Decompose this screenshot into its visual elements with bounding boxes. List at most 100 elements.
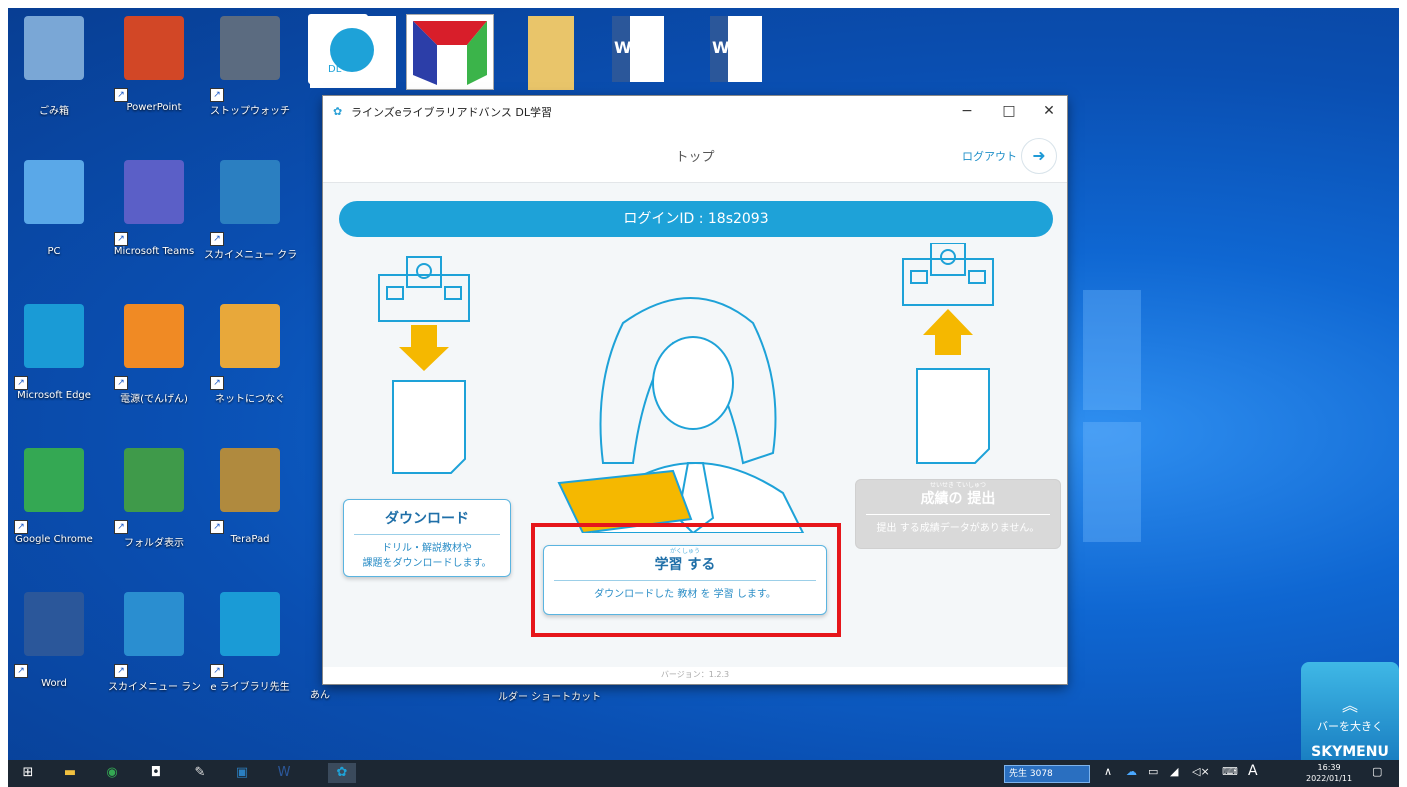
desktop-icon[interactable]: ↗ ストップウォッチ [204, 10, 296, 120]
maximize-button[interactable]: □ [991, 100, 1027, 122]
windows-logo-panel [1083, 290, 1141, 410]
desktop-icon[interactable]: ↗ 電源(でんげん) [108, 298, 200, 408]
skymenu-class-icon[interactable]: ▣ [228, 763, 256, 783]
battery-icon[interactable]: ▭ [1148, 765, 1158, 778]
skymenu-brand: SKYMENU [1311, 744, 1389, 760]
partial-label: あん [310, 690, 330, 701]
desktop-icon-label: ネットにつなぐ [215, 394, 285, 405]
keyboard-icon[interactable]: ⌨ [1222, 765, 1238, 778]
desktop-icon[interactable]: ↗ PowerPoint [108, 10, 200, 120]
word-icon[interactable]: W [270, 763, 298, 783]
skymenu-launcher-icon [124, 592, 184, 656]
onedrive-icon[interactable]: ☁ [1126, 765, 1137, 778]
desktop-icon-label: スカイメニュー クラス [204, 250, 296, 261]
start-icon[interactable]: ⊞ [14, 763, 42, 783]
desktop-icon[interactable]: ↗ Microsoft Teams [108, 154, 200, 264]
desktop-icon[interactable]: ↗ ネットにつなぐ [204, 298, 296, 408]
desktop-icon-label: TeraPad [230, 534, 270, 545]
desktop-icon[interactable]: ↗ スカイメニュー ランチャー [108, 586, 200, 696]
word-doc-icon[interactable]: W [710, 16, 762, 82]
stopwatch-icon [220, 16, 280, 80]
desktop-icon-label: スカイメニュー ランチャー [108, 682, 200, 693]
download-illustration [378, 256, 470, 474]
notification-center-icon[interactable]: ▢ [1372, 765, 1382, 778]
speaker-muted-icon[interactable]: ◁× [1192, 765, 1210, 778]
shortcut-arrow-icon: ↗ [210, 664, 224, 678]
submit-ruby: せいせき ていしゅつ [930, 482, 986, 489]
edge-icon [24, 304, 84, 368]
close-button[interactable]: ✕ [1031, 100, 1067, 122]
desktop-icon-label: 電源(でんげん) [120, 394, 188, 405]
desktop-icon-label: ストップウォッチ [210, 106, 290, 117]
camera-icon[interactable]: ◘ [142, 763, 170, 783]
svg-text:DL: DL [328, 64, 342, 75]
powerpoint-icon [124, 16, 184, 80]
download-button[interactable]: ダウンロード ドリル・解説教材や 課題をダウンロードします。 [343, 499, 511, 577]
divider [354, 534, 500, 535]
desktop-icon[interactable]: ↗ スカイメニュー クラス [204, 154, 296, 264]
wifi-icon[interactable]: ◢ [1170, 765, 1178, 778]
shortcut-arrow-icon: ↗ [210, 232, 224, 246]
desktop-icon-label: e ライブラリ先生 [210, 682, 290, 693]
windows-logo-panel [1083, 422, 1141, 542]
download-title: ダウンロード [385, 511, 469, 527]
desktop-icon-label: Word [41, 678, 67, 689]
terapad-icon [220, 448, 280, 512]
desktop-icon[interactable]: ↗ TeraPad [204, 442, 296, 552]
desktop-icon[interactable]: ↗ Google Chrome [8, 442, 100, 552]
clock-time: 16:39 [1317, 763, 1341, 772]
desktop-icon[interactable]: PC [8, 154, 100, 264]
taskbar: ⊞ ▬ ◉ ◘ ✎ ▣ W ✿ 先生 3078 ∧ ☁ ▭ ◢ ◁× ⌨ A 1… [8, 760, 1399, 787]
title-bar[interactable]: ✿ ラインズeライブラリアドバンス DL学習 − □ ✕ [323, 96, 1067, 126]
desktop-icon[interactable]: ↗ Microsoft Edge [8, 298, 100, 408]
desktop-icon[interactable]: ↗ フォルダ表示 [108, 442, 200, 552]
submit-desc: 提出 する成績データがありません。 [876, 523, 1040, 534]
clock[interactable]: 16:39 2022/01/11 [1306, 762, 1352, 784]
shortcut-arrow-icon: ↗ [210, 520, 224, 534]
logout-link[interactable]: ログアウト [962, 148, 1017, 164]
shortcut-arrow-icon: ↗ [210, 376, 224, 390]
shortcut-arrow-icon: ↗ [14, 376, 28, 390]
page-title: トップ [675, 150, 715, 165]
chrome-icon[interactable]: ◉ [98, 763, 126, 783]
divider [866, 514, 1050, 515]
dl-app-icon[interactable]: DL [310, 16, 396, 88]
folder-icon[interactable] [528, 16, 574, 90]
teams-icon [124, 160, 184, 224]
word-doc-icon[interactable]: W [612, 16, 664, 82]
recycle-bin-icon [24, 16, 84, 80]
shortcut-arrow-icon: ↗ [14, 664, 28, 678]
desktop-icon[interactable]: ↗ e ライブラリ先生 [204, 586, 296, 696]
file-explorer-icon[interactable]: ▬ [56, 763, 84, 783]
word-icon [24, 592, 84, 656]
network-icon [220, 304, 280, 368]
window-title: ラインズeライブラリアドバンス DL学習 [351, 106, 552, 119]
shortcut-arrow-icon: ↗ [114, 232, 128, 246]
partial-label: ルダー ショートカット [498, 692, 602, 703]
desktop-icon-label: Google Chrome [15, 534, 93, 545]
app-header: トップ ログアウト ➜ [323, 126, 1067, 183]
desktop-icon[interactable]: ↗ Word [8, 586, 100, 696]
clock-date: 2022/01/11 [1306, 774, 1353, 783]
desktop-icon-label: PC [47, 246, 61, 257]
shortcut-arrow-icon: ↗ [114, 376, 128, 390]
edge-icon [220, 592, 280, 656]
shortcut-arrow-icon: ↗ [210, 88, 224, 102]
desktop-icon-label: フォルダ表示 [124, 538, 184, 549]
logout-icon[interactable]: ➜ [1021, 138, 1057, 174]
dl-learning-taskbar-icon[interactable]: ✿ [328, 763, 356, 783]
highlight-box [531, 523, 841, 637]
desktop-icon[interactable]: ごみ箱 [8, 10, 100, 120]
power-icon [124, 304, 184, 368]
chevron-up-icon[interactable]: ∧ [1104, 765, 1112, 778]
download-desc-2: 課題をダウンロードします。 [362, 558, 492, 569]
download-desc-1: ドリル・解説教材や [382, 543, 472, 554]
minimize-button[interactable]: − [949, 100, 985, 122]
skymenu-bar-expand-button[interactable]: ︽ バーを大きく SKYMENU [1301, 662, 1399, 760]
teacher-notification-badge[interactable]: 先生 3078 [1004, 765, 1090, 783]
chrome-icon [24, 448, 84, 512]
skymenu-expand-label: バーを大きく [1317, 720, 1383, 733]
lines-app-icon[interactable] [406, 14, 494, 90]
ime-indicator[interactable]: A [1248, 763, 1258, 779]
paint-icon[interactable]: ✎ [186, 763, 214, 783]
